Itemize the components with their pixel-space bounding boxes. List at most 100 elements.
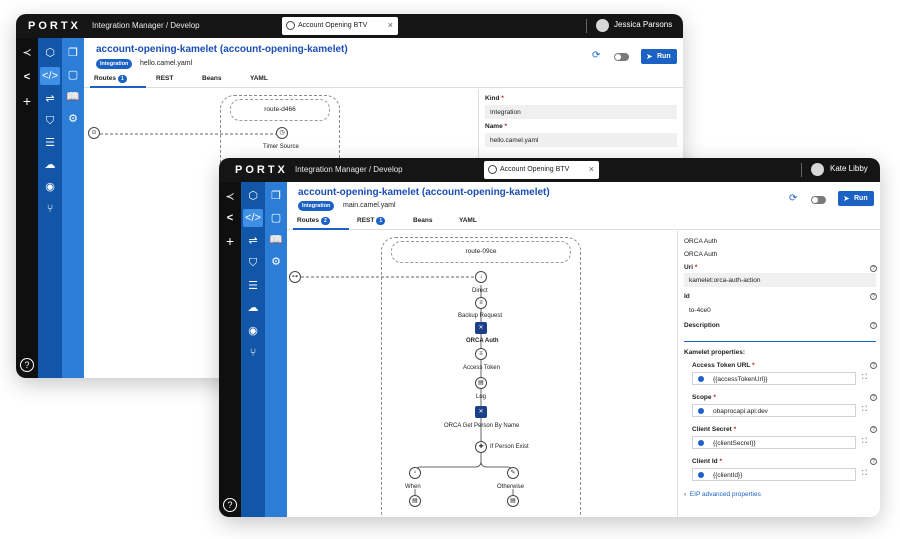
expand-icon[interactable]: ⛶ — [862, 406, 867, 414]
cloud-upload-icon[interactable]: ☁ — [40, 156, 60, 174]
step-label: ORCA Auth — [466, 338, 499, 344]
shield-icon[interactable]: ⛉ — [40, 112, 60, 130]
gears-icon[interactable]: ⚙ — [266, 253, 286, 271]
eye-icon[interactable]: ◉ — [40, 178, 60, 196]
tab-yaml[interactable]: YAML — [250, 75, 268, 82]
run-button[interactable]: ➤ Run — [641, 49, 677, 64]
refresh-icon[interactable]: ⟳ — [592, 50, 600, 61]
list-icon[interactable]: ≡ — [475, 348, 487, 360]
run-button[interactable]: ➤ Run — [838, 191, 874, 206]
route-canvas[interactable]: route-09ce ⊶ ↓ Direct ≡ Backup Request ✕… — [287, 231, 677, 517]
frame-icon[interactable]: ▢ — [63, 66, 83, 84]
shield-icon[interactable]: ⛉ — [243, 254, 263, 272]
tab-rest[interactable]: REST — [156, 75, 173, 82]
tab-yaml[interactable]: YAML — [459, 217, 477, 224]
kaoto-icon[interactable]: < — [17, 68, 37, 86]
bulb-icon[interactable]: ♀ — [409, 467, 421, 479]
collapse-icon[interactable]: ≺ — [17, 44, 37, 62]
chevron-right-icon: › — [684, 491, 687, 498]
pen-icon[interactable]: ✎ — [507, 467, 519, 479]
timer-icon[interactable]: ◷ — [276, 127, 288, 139]
help-icon[interactable]: ? — [870, 362, 877, 369]
tab-rest-label: REST — [357, 217, 375, 224]
prop-label: Scope * — [692, 394, 716, 401]
close-icon[interactable]: × — [388, 20, 393, 30]
git-pull-icon[interactable]: ⑂ — [243, 344, 263, 362]
help-icon[interactable]: ? — [870, 426, 877, 433]
book-icon[interactable]: 📖 — [63, 88, 83, 106]
scope-field[interactable]: obaprocapi:api:dev — [692, 404, 856, 417]
user-name[interactable]: Kate Libby — [830, 164, 868, 173]
cloud-upload-icon[interactable]: ☁ — [243, 299, 263, 317]
tab-beans[interactable]: Beans — [413, 217, 433, 224]
list-icon[interactable]: ≡ — [475, 297, 487, 309]
advanced-properties-toggle[interactable]: › EIP advanced properties — [684, 491, 761, 498]
list-icon[interactable]: ☰ — [243, 277, 263, 295]
uri-field[interactable]: kamelet:orca-auth-action — [684, 273, 876, 287]
copy-icon[interactable]: ❐ — [63, 44, 83, 62]
user-name[interactable]: Jessica Parsons — [614, 20, 672, 29]
open-tab[interactable]: Account Opening BTV × — [282, 17, 398, 35]
help-icon[interactable]: ? — [870, 265, 877, 272]
open-tab[interactable]: Account Opening BTV × — [484, 161, 599, 179]
access-token-url-field[interactable]: {{accessTokenUrl}} — [692, 372, 856, 385]
help-icon[interactable]: ? — [870, 458, 877, 465]
toggle-switch[interactable] — [614, 53, 629, 61]
client-secret-field[interactable]: {{clientSecret}} — [692, 436, 856, 449]
toggle-switch[interactable] — [811, 196, 826, 204]
kamelet-icon[interactable]: ✕ — [475, 322, 487, 334]
breadcrumb[interactable]: Integration Manager / Develop — [92, 21, 200, 30]
kind-field[interactable]: Integration — [485, 105, 677, 119]
eye-icon[interactable]: ◉ — [243, 322, 263, 340]
add-icon[interactable]: + — [17, 92, 37, 110]
collapse-icon[interactable]: ≺ — [220, 188, 240, 206]
log-icon[interactable]: ▤ — [409, 495, 421, 507]
arrow-down-icon[interactable]: ↓ — [475, 271, 487, 283]
properties-panel: ORCA Auth ORCA Auth Uri * ? kamelet:orca… — [677, 231, 880, 517]
entry-icon[interactable]: ⊙ — [88, 127, 100, 139]
shuffle-icon[interactable]: ⇌ — [243, 232, 263, 250]
log-icon[interactable]: ▤ — [475, 377, 487, 389]
list-icon[interactable]: ☰ — [40, 134, 60, 152]
frame-icon[interactable]: ▢ — [266, 209, 286, 227]
breadcrumb[interactable]: Integration Manager / Develop — [295, 165, 403, 174]
tab-beans[interactable]: Beans — [202, 75, 222, 82]
log-icon[interactable]: ▤ — [507, 495, 519, 507]
tab-rest[interactable]: REST 1 — [357, 217, 386, 225]
divider — [801, 163, 802, 177]
refresh-icon[interactable]: ⟳ — [789, 193, 797, 204]
gears-icon[interactable]: ⚙ — [63, 110, 83, 128]
client-id-field[interactable]: {{clientId}} — [692, 468, 856, 481]
help-icon[interactable]: ? — [870, 322, 877, 329]
shuffle-icon[interactable]: ⇌ — [40, 90, 60, 108]
tab-label: Account Opening BTV — [298, 22, 368, 29]
avatar[interactable] — [811, 163, 824, 176]
avatar[interactable] — [596, 19, 609, 32]
help-icon[interactable]: ? — [20, 358, 34, 372]
add-icon[interactable]: + — [220, 232, 240, 250]
book-icon[interactable]: 📖 — [266, 231, 286, 249]
expand-icon[interactable]: ⛶ — [862, 374, 867, 382]
expand-icon[interactable]: ⛶ — [862, 438, 867, 446]
copy-icon[interactable]: ❐ — [266, 187, 286, 205]
kamelet-icon[interactable]: ✕ — [475, 406, 487, 418]
help-icon[interactable]: ? — [870, 293, 877, 300]
kaoto-icon[interactable]: < — [220, 209, 240, 227]
help-icon[interactable]: ? — [223, 498, 237, 512]
name-field[interactable]: hello.camel.yaml — [485, 133, 677, 147]
status-badge: Integration — [96, 59, 133, 69]
expand-icon[interactable]: ⛶ — [862, 470, 867, 478]
tab-routes[interactable]: Routes 1 — [94, 75, 127, 83]
tab-routes[interactable]: Routes 2 — [297, 217, 330, 225]
choice-icon[interactable]: ✚ — [475, 441, 487, 453]
help-icon[interactable]: ? — [870, 394, 877, 401]
page-title: account-opening-kamelet (account-opening… — [96, 44, 348, 55]
hexagon-icon[interactable]: ⬡ — [40, 44, 60, 62]
code-icon[interactable]: </> — [243, 209, 263, 227]
id-field[interactable]: to-4ce0 — [689, 307, 711, 314]
code-icon[interactable]: </> — [40, 67, 60, 85]
route-header[interactable]: route-d466 — [230, 99, 330, 121]
git-pull-icon[interactable]: ⑂ — [40, 200, 60, 218]
hexagon-icon[interactable]: ⬡ — [243, 187, 263, 205]
close-icon[interactable]: × — [589, 164, 594, 174]
